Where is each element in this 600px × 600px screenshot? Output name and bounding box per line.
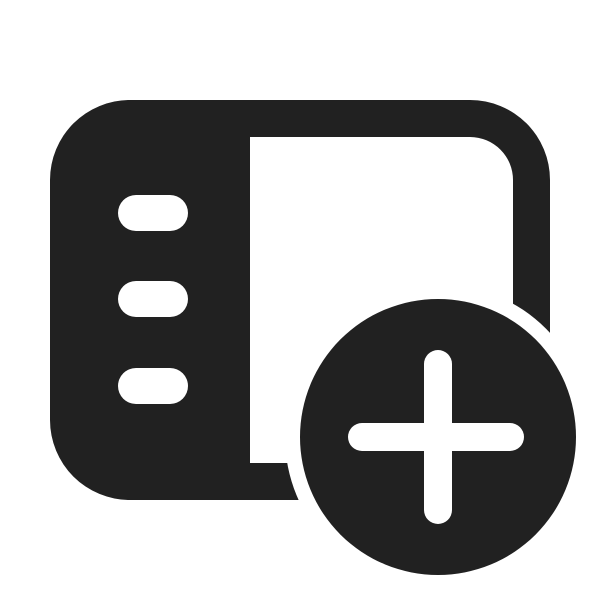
sidebar-list-lines: [118, 195, 188, 404]
add-badge: [300, 299, 576, 575]
panel-left-add-icon: [50, 100, 576, 575]
icon-canvas: [0, 0, 600, 600]
sidebar-line-3: [118, 368, 188, 404]
plus-horizontal-bar: [348, 423, 524, 451]
sidebar-line-2: [118, 281, 188, 317]
sidebar-line-1: [118, 195, 188, 231]
